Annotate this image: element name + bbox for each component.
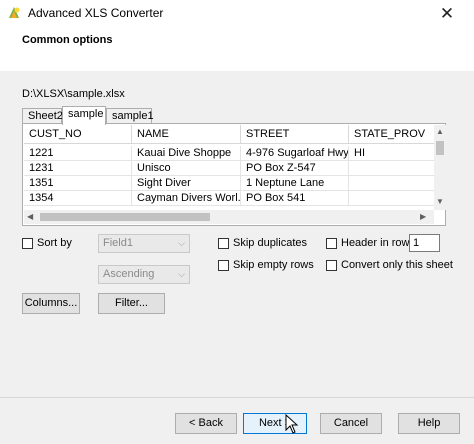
column-header[interactable]: CUST_NO <box>24 125 132 144</box>
table-cell: 1 Neptune Lane <box>241 176 349 191</box>
app-icon <box>9 7 20 18</box>
tab-sheet2[interactable]: Sheet2 <box>22 108 63 124</box>
scroll-left-icon[interactable]: ◀ <box>27 212 33 222</box>
mouse-cursor-icon <box>285 414 299 434</box>
table-cell: Sight Diver <box>132 176 241 191</box>
table-cell <box>349 176 434 191</box>
header-row-input[interactable]: 1 <box>409 234 440 252</box>
table-cell: PO Box Z-547 <box>241 161 349 176</box>
filter-button[interactable]: Filter... <box>98 293 165 314</box>
table-cell: 1354 <box>24 191 132 206</box>
table-cell <box>349 161 434 176</box>
table-cell: Kauai Dive Shoppe <box>132 146 241 161</box>
skip-duplicates-label: Skip duplicates <box>233 237 307 249</box>
skip-duplicates-checkbox[interactable] <box>218 238 229 249</box>
skip-empty-rows-label: Skip empty rows <box>233 259 314 271</box>
back-button[interactable]: < Back <box>175 413 237 434</box>
window-title: Advanced XLS Converter <box>28 6 164 20</box>
table-cell: 1221 <box>24 146 132 161</box>
scroll-up-icon[interactable]: ▲ <box>436 127 444 137</box>
column-header[interactable]: STREET <box>241 125 349 144</box>
tab-sample[interactable]: sample <box>62 106 106 125</box>
scroll-right-icon[interactable]: ▶ <box>420 212 426 222</box>
convert-only-this-sheet-label: Convert only this sheet <box>341 259 453 271</box>
field-combo-value: Field1 <box>103 237 133 249</box>
table-cell: Cayman Divers Worl... <box>132 191 241 206</box>
table-cell: 1231 <box>24 161 132 176</box>
order-combo[interactable]: Ascending ⌵ <box>98 265 190 284</box>
file-path: D:\XLSX\sample.xlsx <box>22 88 125 100</box>
grid-viewport: CUST_NO NAME STREET STATE_PROV 1221 Kaua… <box>24 125 434 210</box>
columns-button[interactable]: Columns... <box>22 293 80 314</box>
table-cell: 4-976 Sugarloaf Hwy <box>241 146 349 161</box>
help-button[interactable]: Help <box>398 413 460 434</box>
skip-empty-rows-checkbox[interactable] <box>218 260 229 271</box>
column-header[interactable]: STATE_PROV <box>349 125 434 144</box>
sort-by-label: Sort by <box>37 237 72 249</box>
header-in-row-checkbox[interactable] <box>326 238 337 249</box>
table-cell: PO Box 541 <box>241 191 349 206</box>
preview-grid: CUST_NO NAME STREET STATE_PROV 1221 Kaua… <box>22 123 446 226</box>
horizontal-scroll-thumb[interactable] <box>40 213 210 221</box>
table-cell: 1351 <box>24 176 132 191</box>
field-combo[interactable]: Field1 ⌵ <box>98 234 190 253</box>
page-title: Common options <box>22 34 113 46</box>
table-cell: Unisco <box>132 161 241 176</box>
cancel-button[interactable]: Cancel <box>320 413 382 434</box>
header-in-row-label: Header in row <box>341 237 410 249</box>
convert-only-this-sheet-checkbox[interactable] <box>326 260 337 271</box>
sort-by-checkbox[interactable] <box>22 238 33 249</box>
horizontal-scrollbar[interactable]: ◀ ▶ <box>24 210 434 224</box>
order-combo-value: Ascending <box>103 268 155 280</box>
close-icon[interactable]: ✕ <box>420 0 474 27</box>
title-bar: Advanced XLS Converter ✕ <box>0 0 474 27</box>
dropdown-icon: ⌵ <box>178 238 185 248</box>
vertical-scroll-thumb[interactable] <box>436 141 444 155</box>
vertical-scrollbar[interactable]: ▲ ▼ <box>434 125 446 210</box>
column-header[interactable]: NAME <box>132 125 241 144</box>
scroll-down-icon[interactable]: ▼ <box>436 197 444 207</box>
tab-sample1[interactable]: sample1 <box>106 108 154 124</box>
table-cell: HI <box>349 146 434 161</box>
table-cell <box>349 191 434 206</box>
dropdown-icon: ⌵ <box>178 269 185 279</box>
